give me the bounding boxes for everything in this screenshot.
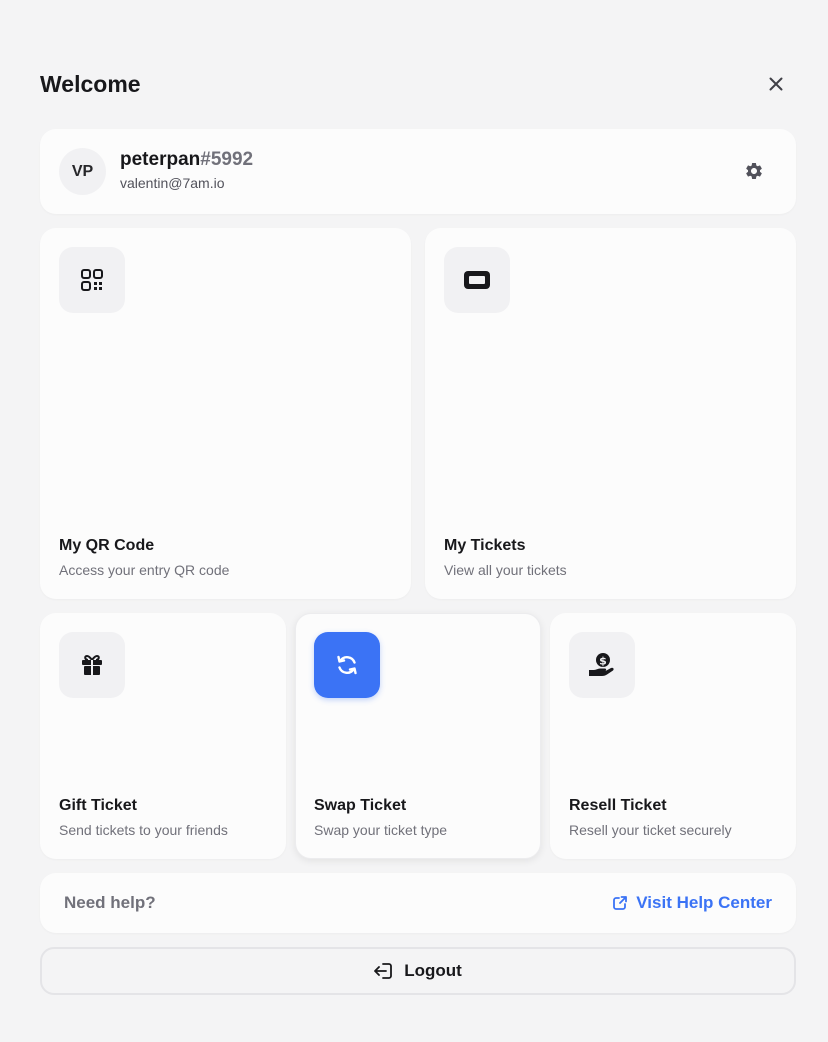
my-qr-code-tile[interactable]: My QR Code Access your entry QR code bbox=[40, 228, 411, 599]
logout-icon bbox=[374, 963, 393, 979]
visit-help-center-link[interactable]: Visit Help Center bbox=[612, 892, 772, 914]
tile-title: Swap Ticket bbox=[314, 797, 407, 814]
help-link-label: Visit Help Center bbox=[636, 893, 772, 912]
hand-dollar-icon: $ bbox=[589, 653, 614, 676]
tile-title: My Tickets bbox=[444, 537, 526, 554]
username-tag: #5992 bbox=[200, 149, 254, 170]
resell-ticket-tile[interactable]: $ Resell Ticket Resell your ticket secur… bbox=[550, 613, 796, 859]
username: peterpan#5992 bbox=[120, 149, 253, 171]
ticket-icon bbox=[464, 271, 490, 289]
my-tickets-tile[interactable]: My Tickets View all your tickets bbox=[425, 228, 796, 599]
tile-icon-box bbox=[444, 247, 510, 313]
help-card: Need help? Visit Help Center bbox=[40, 873, 796, 933]
gear-icon bbox=[746, 163, 762, 179]
tile-subtitle: Send tickets to your friends bbox=[59, 822, 228, 838]
logout-label: Logout bbox=[404, 961, 462, 980]
logout-button[interactable]: Logout bbox=[40, 947, 796, 995]
swap-icon bbox=[337, 655, 357, 675]
gift-icon bbox=[82, 654, 102, 675]
swap-ticket-tile[interactable]: Swap Ticket Swap your ticket type bbox=[295, 613, 541, 859]
tile-icon-box bbox=[314, 632, 380, 698]
header: Welcome bbox=[40, 70, 788, 98]
tile-title: My QR Code bbox=[59, 537, 155, 554]
tile-title: Gift Ticket bbox=[59, 797, 137, 814]
user-email: valentin@7am.io bbox=[120, 175, 225, 191]
svg-text:$: $ bbox=[599, 655, 607, 668]
tile-subtitle: Resell your ticket securely bbox=[569, 822, 732, 838]
settings-button[interactable] bbox=[742, 159, 766, 183]
tile-subtitle: Access your entry QR code bbox=[59, 562, 230, 578]
page-title: Welcome bbox=[40, 71, 141, 97]
tile-icon-box bbox=[59, 247, 125, 313]
close-icon bbox=[769, 77, 783, 91]
close-button[interactable] bbox=[764, 72, 788, 96]
welcome-panel: Welcome VP peterpan#5992 valentin@7am.io bbox=[0, 0, 828, 1042]
username-name: peterpan bbox=[120, 149, 201, 170]
qr-code-icon bbox=[81, 269, 103, 291]
gift-ticket-tile[interactable]: Gift Ticket Send tickets to your friends bbox=[40, 613, 286, 859]
tile-subtitle: Swap your ticket type bbox=[314, 822, 448, 838]
avatar: VP bbox=[59, 148, 106, 195]
help-label: Need help? bbox=[64, 893, 156, 912]
profile-card: VP peterpan#5992 valentin@7am.io bbox=[40, 129, 796, 214]
tile-subtitle: View all your tickets bbox=[444, 562, 567, 578]
tile-icon-box: $ bbox=[569, 632, 635, 698]
tile-title: Resell Ticket bbox=[569, 797, 667, 814]
tile-icon-box bbox=[59, 632, 125, 698]
external-link-icon bbox=[613, 896, 628, 910]
